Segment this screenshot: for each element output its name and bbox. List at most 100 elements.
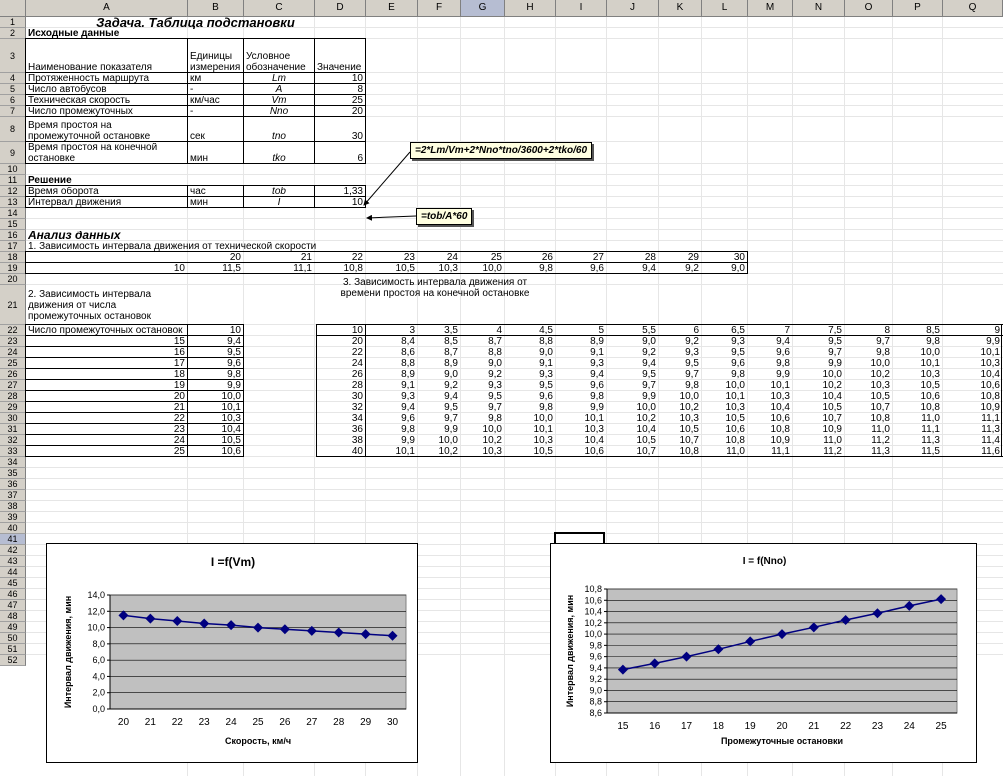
table3-interval[interactable]: 10,2 bbox=[661, 403, 699, 413]
table3-interval[interactable]: 10,0 bbox=[609, 403, 656, 413]
row-header-51[interactable]: 51 bbox=[0, 644, 26, 655]
table3-interval[interactable]: 10,3 bbox=[895, 370, 940, 380]
row-header-18[interactable]: 18 bbox=[0, 252, 26, 263]
table3-interval[interactable]: 9,5 bbox=[661, 359, 699, 369]
table3-interval[interactable]: 10,3 bbox=[704, 403, 745, 413]
column-header-k[interactable]: K bbox=[659, 0, 702, 17]
row-header-29[interactable]: 29 bbox=[0, 402, 26, 413]
row-header-17[interactable]: 17 bbox=[0, 241, 26, 252]
table3-interval[interactable]: 10,5 bbox=[895, 381, 940, 391]
row-header-20[interactable]: 20 bbox=[0, 274, 26, 285]
param-symbol[interactable]: tno bbox=[246, 118, 312, 142]
table3-interval[interactable]: 10,6 bbox=[704, 425, 745, 435]
table3-interval[interactable]: 9,6 bbox=[750, 348, 790, 358]
table3-interval[interactable]: 10,8 bbox=[704, 436, 745, 446]
table3-interval[interactable]: 10,4 bbox=[558, 436, 604, 446]
table3-stops[interactable]: 34 bbox=[317, 414, 363, 424]
column-header-d[interactable]: D bbox=[315, 0, 366, 17]
row-header-38[interactable]: 38 bbox=[0, 501, 26, 512]
table3-stops[interactable]: 22 bbox=[317, 348, 363, 358]
table3-interval[interactable]: 10,6 bbox=[945, 381, 1000, 391]
analysis-heading[interactable]: Анализ данных bbox=[28, 231, 312, 241]
table3-interval[interactable]: 9,9 bbox=[558, 403, 604, 413]
row-header-27[interactable]: 27 bbox=[0, 380, 26, 391]
table3-interval[interactable]: 9,9 bbox=[609, 392, 656, 402]
row-header-31[interactable]: 31 bbox=[0, 424, 26, 435]
table3-interval[interactable]: 10,0 bbox=[847, 359, 890, 369]
row-header-35[interactable]: 35 bbox=[0, 468, 26, 479]
table3-interval[interactable]: 11,3 bbox=[895, 436, 940, 446]
table3-interval[interactable]: 9,8 bbox=[558, 392, 604, 402]
table3-interval[interactable]: 10,5 bbox=[795, 403, 842, 413]
table3-interval[interactable]: 9,9 bbox=[945, 337, 1000, 347]
param-unit[interactable]: сек bbox=[190, 118, 241, 142]
table3-interval[interactable]: 9,9 bbox=[420, 425, 458, 435]
table3-interval[interactable]: 9,2 bbox=[661, 337, 699, 347]
table3-interval[interactable]: 9,6 bbox=[368, 414, 415, 424]
table3-interval[interactable]: 10,2 bbox=[463, 436, 502, 446]
table3-interval[interactable]: 9,0 bbox=[507, 348, 553, 358]
row-header-12[interactable]: 12 bbox=[0, 186, 26, 197]
table3-interval[interactable]: 9,7 bbox=[795, 348, 842, 358]
chart-2[interactable]: 8,6 8,8 9,0 9,2 9,4 9,6 9,8 10,0 10,2 10,4 10,6 10,… bbox=[550, 543, 977, 763]
chart-1[interactable]: 0,0 2,0 4,0 6,0 8,0 10,0 12,0 14,0 20 21 22 23 24 25 2… bbox=[46, 543, 418, 763]
row-header-46[interactable]: 46 bbox=[0, 589, 26, 600]
table3-interval[interactable]: 9,5 bbox=[463, 392, 502, 402]
table3-interval[interactable]: 10,0 bbox=[704, 381, 745, 391]
table3-interval[interactable]: 9,4 bbox=[609, 359, 656, 369]
row-header-1[interactable]: 1 bbox=[0, 17, 26, 28]
row-header-50[interactable]: 50 bbox=[0, 633, 26, 644]
table3-interval[interactable]: 10,2 bbox=[847, 370, 890, 380]
param-name[interactable]: Время простоя на конечной остановке bbox=[28, 143, 185, 164]
param-unit[interactable]: мин bbox=[190, 143, 241, 164]
row-header-16[interactable]: 16 bbox=[0, 230, 26, 241]
table3-interval[interactable]: 10,0 bbox=[895, 348, 940, 358]
table3-interval[interactable]: 10,1 bbox=[507, 425, 553, 435]
column-header-m[interactable]: M bbox=[748, 0, 793, 17]
table3-interval[interactable]: 9,7 bbox=[420, 414, 458, 424]
table3-interval[interactable]: 8,5 bbox=[420, 337, 458, 347]
table3-interval[interactable]: 9,5 bbox=[609, 370, 656, 380]
row-header-30[interactable]: 30 bbox=[0, 413, 26, 424]
column-header-a[interactable]: A bbox=[26, 0, 188, 17]
table3-interval[interactable]: 10,8 bbox=[945, 392, 1000, 402]
column-header-h[interactable]: H bbox=[505, 0, 556, 17]
row-header-7[interactable]: 7 bbox=[0, 106, 26, 117]
table3-interval[interactable]: 10,0 bbox=[795, 370, 842, 380]
table3-interval[interactable]: 9,0 bbox=[609, 337, 656, 347]
row-header-44[interactable]: 44 bbox=[0, 567, 26, 578]
row-header-37[interactable]: 37 bbox=[0, 490, 26, 501]
header-symbol[interactable]: Условное обозначение bbox=[246, 40, 312, 73]
row-header-39[interactable]: 39 bbox=[0, 512, 26, 523]
row-header-4[interactable]: 4 bbox=[0, 73, 26, 84]
row-header-43[interactable]: 43 bbox=[0, 556, 26, 567]
table3-interval[interactable]: 10,2 bbox=[609, 414, 656, 424]
table3-interval[interactable]: 10,1 bbox=[558, 414, 604, 424]
table3-interval[interactable]: 8,8 bbox=[368, 359, 415, 369]
table3-interval[interactable]: 8,7 bbox=[420, 348, 458, 358]
row-header-28[interactable]: 28 bbox=[0, 391, 26, 402]
table3-interval[interactable]: 10,7 bbox=[795, 414, 842, 424]
select-all-corner[interactable] bbox=[0, 0, 26, 17]
table3-interval[interactable]: 10,3 bbox=[558, 425, 604, 435]
table3-interval[interactable]: 9,6 bbox=[507, 392, 553, 402]
header-name[interactable]: Наименование показателя bbox=[28, 40, 185, 73]
table3-interval[interactable]: 10,4 bbox=[795, 392, 842, 402]
row-header-3[interactable]: 3 bbox=[0, 39, 26, 73]
table3-interval[interactable]: 9,3 bbox=[368, 392, 415, 402]
table3-interval[interactable]: 8,7 bbox=[463, 337, 502, 347]
table3-interval[interactable]: 9,7 bbox=[463, 403, 502, 413]
table3-interval[interactable]: 11,1 bbox=[945, 414, 1000, 424]
table3-stops[interactable]: 24 bbox=[317, 359, 363, 369]
table3-interval[interactable]: 9,2 bbox=[463, 370, 502, 380]
row-header-14[interactable]: 14 bbox=[0, 208, 26, 219]
column-header-c[interactable]: C bbox=[244, 0, 315, 17]
table3-interval[interactable]: 10,3 bbox=[945, 359, 1000, 369]
row-header-9[interactable]: 9 bbox=[0, 142, 26, 164]
table3-interval[interactable]: 9,3 bbox=[661, 348, 699, 358]
table3-interval[interactable]: 9,5 bbox=[795, 337, 842, 347]
row-header-25[interactable]: 25 bbox=[0, 358, 26, 369]
column-header-f[interactable]: F bbox=[418, 0, 461, 17]
table3-interval[interactable]: 9,1 bbox=[558, 348, 604, 358]
row-header-8[interactable]: 8 bbox=[0, 117, 26, 142]
